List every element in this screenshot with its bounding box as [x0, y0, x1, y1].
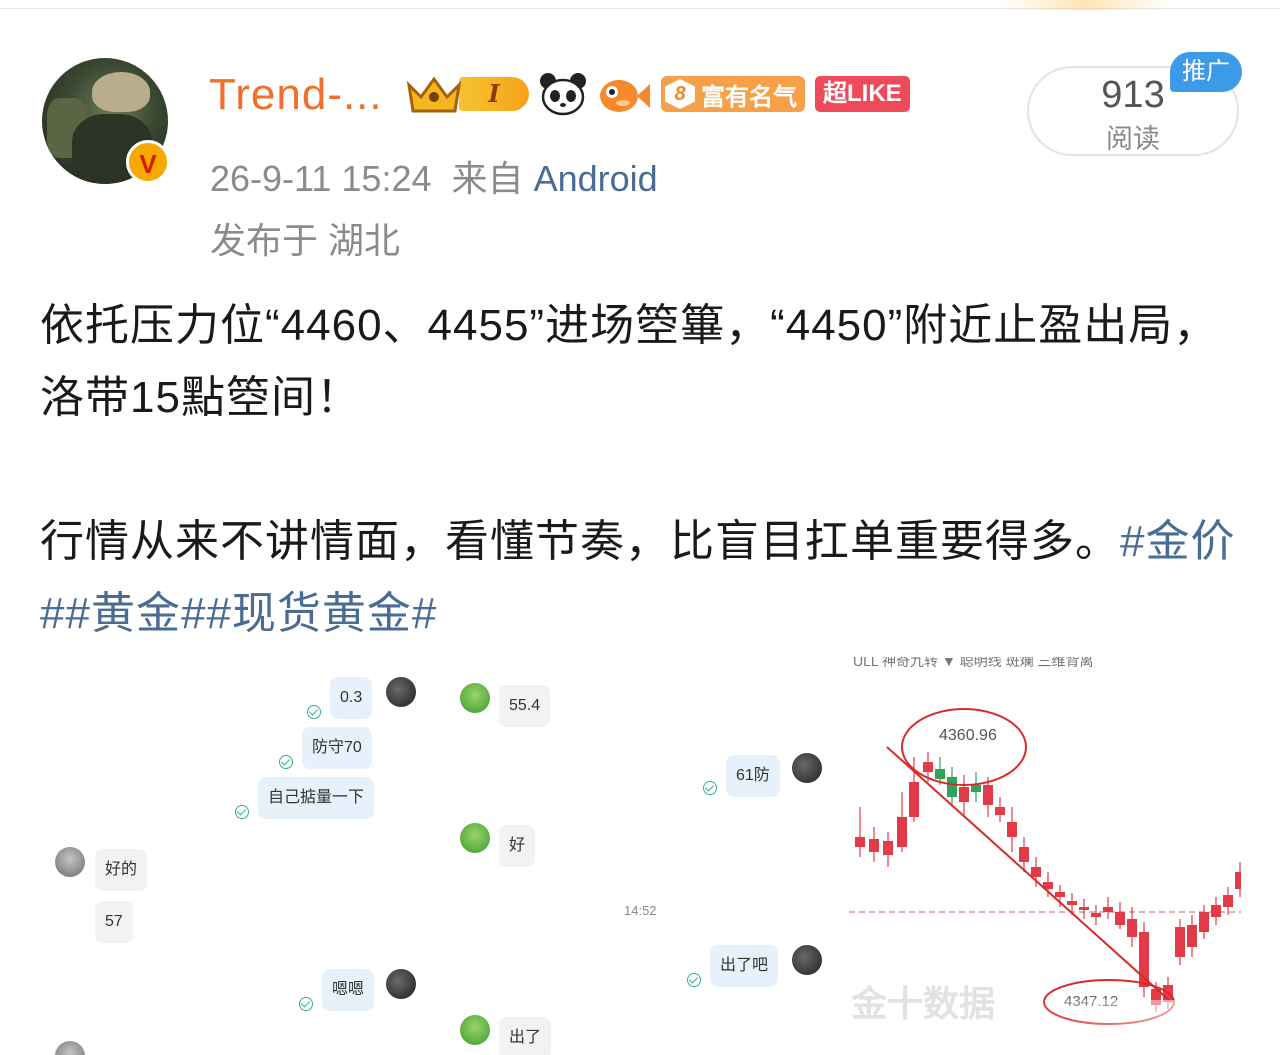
- chat-bubble: 自己掂量一下: [258, 777, 375, 819]
- candle-body: [1091, 913, 1101, 917]
- read-check-icon: [703, 781, 717, 795]
- level-badge: I: [459, 77, 529, 111]
- candle-body: [1187, 925, 1197, 947]
- candle-body: [1007, 822, 1017, 837]
- read-check-icon: [299, 997, 313, 1011]
- post-source[interactable]: Android: [534, 158, 658, 199]
- candle-body: [869, 839, 879, 852]
- candle-body: [909, 782, 919, 817]
- high-circle: [901, 708, 1027, 786]
- chat-time: 14:52: [624, 903, 657, 918]
- avatar-icon: [386, 677, 416, 707]
- hashtag-gold[interactable]: #黄金#: [65, 589, 206, 638]
- fame-label: 富有名气: [701, 83, 797, 111]
- candle-body: [935, 769, 945, 779]
- chat-bubble: 55.4: [499, 685, 551, 727]
- candlestick-chart-image[interactable]: ULL 神奇九转 ▼ 聪明线 斑斓 三维背离 金十数据 4360.96 4347…: [849, 657, 1241, 1055]
- candle-body: [1235, 872, 1241, 889]
- post-location: 发布于 湖北: [210, 220, 401, 261]
- post-content: 依托压力位“4460、4455”进场箜篳，“4450”附近止盈出局，洛带15點箜…: [40, 290, 1245, 650]
- post-text-line2: 行情从来不讲情面，看懂节奏，比盲目扛单重要得多。#金价##黄金##现货黄金#: [40, 506, 1245, 650]
- username[interactable]: Trend-...: [209, 70, 383, 120]
- avatar-icon: [460, 1015, 490, 1045]
- chat-bubble: 57: [95, 901, 133, 943]
- fame-badge: 8 富有名气: [661, 76, 805, 112]
- read-check-icon: [687, 973, 701, 987]
- avatar-icon: [55, 1041, 85, 1055]
- candle-body: [1115, 912, 1125, 925]
- read-label: 阅读: [1106, 124, 1160, 154]
- avatar-icon: [792, 753, 822, 783]
- chart-indicator-header: ULL 神奇九转 ▼ 聪明线 斑斓 三维背离: [853, 657, 1094, 669]
- chat-screenshot-image[interactable]: 0.3 防守70 自己掂量一下 好的 57 嗯嗯 55.4 好 出了 14:52…: [42, 657, 842, 1055]
- chao-like-badge: 超LIKE: [815, 76, 910, 112]
- post-text-body: 行情从来不讲情面，看懂节奏，比盲目扛单重要得多。: [40, 517, 1120, 566]
- candle-body: [1055, 892, 1065, 897]
- candle-body: [1019, 847, 1029, 862]
- verified-v-icon: V: [126, 140, 170, 184]
- avatar-icon: [386, 969, 416, 999]
- read-check-icon: [235, 805, 249, 819]
- candle-body: [1067, 901, 1077, 905]
- trend-line: [886, 746, 1172, 1003]
- chat-bubble: 防守70: [302, 727, 372, 769]
- candle-body: [1175, 927, 1185, 957]
- chat-bubble: 好的: [95, 849, 148, 891]
- crown-icon: [405, 73, 463, 115]
- panda-icon: [539, 72, 587, 116]
- candle-body: [1223, 895, 1233, 907]
- read-check-icon: [307, 705, 321, 719]
- avatar-icon: [460, 823, 490, 853]
- post-text-line1: 依托压力位“4460、4455”进场箜篳，“4450”附近止盈出局，洛带15點箜…: [40, 301, 1219, 422]
- chat-bubble: 出了吧: [710, 945, 779, 987]
- bottom-fade: [1020, 1000, 1260, 1055]
- high-price-label: 4360.96: [939, 727, 997, 744]
- candle-body: [897, 817, 907, 847]
- from-prefix: 来自: [451, 158, 524, 199]
- top-decoration: [1000, 0, 1170, 10]
- candle-body: [971, 785, 981, 792]
- post-meta: 26-9-11 15:24 来自 Android: [210, 150, 658, 202]
- chat-bubble: 0.3: [330, 677, 373, 719]
- chart-watermark: 金十数据: [851, 983, 996, 1024]
- candle-body: [883, 841, 893, 855]
- chat-bubble: 出了: [499, 1017, 552, 1055]
- read-check-icon: [279, 755, 293, 769]
- chat-bubble: 61防: [726, 755, 780, 797]
- candle-body: [947, 777, 957, 797]
- chat-bubble: 嗯嗯: [322, 969, 375, 1011]
- avatar-icon: [792, 945, 822, 975]
- fame-level: 8: [665, 79, 695, 109]
- badge-row: I 8 富有名气 超LIKE: [405, 70, 910, 118]
- hashtag-spot-gold[interactable]: #现货黄金#: [206, 589, 437, 638]
- candle-body: [995, 807, 1005, 815]
- candle-body: [855, 837, 865, 847]
- candle-body: [1211, 905, 1221, 917]
- candle-body: [983, 785, 993, 805]
- post-time: 26-9-11 15:24: [210, 158, 432, 199]
- avatar-icon: [55, 847, 85, 877]
- candle-body: [1103, 907, 1113, 912]
- candle-body: [1031, 867, 1041, 877]
- candle-body: [959, 787, 969, 802]
- candle-body: [923, 762, 933, 772]
- candle-body: [1079, 907, 1089, 910]
- candle-body: [1199, 912, 1209, 932]
- promo-badge[interactable]: 推广: [1170, 52, 1242, 92]
- fish-icon: [597, 72, 651, 116]
- chat-bubble: 好: [499, 825, 536, 867]
- candle-body: [1127, 919, 1137, 937]
- avatar-icon: [460, 683, 490, 713]
